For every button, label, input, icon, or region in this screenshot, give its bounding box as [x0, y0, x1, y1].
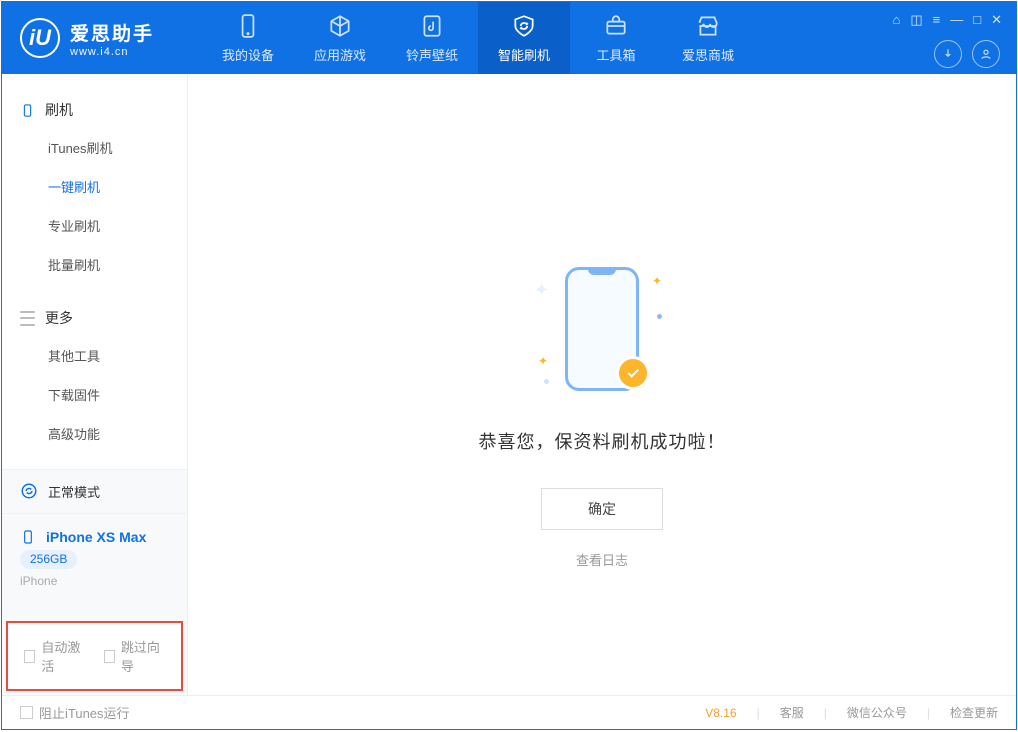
sidebar-group-label: 更多 [45, 308, 73, 328]
sidebar-item-other-tools[interactable]: 其他工具 [2, 336, 187, 375]
store-icon [695, 13, 721, 39]
sidebar-item-download-firmware[interactable]: 下载固件 [2, 375, 187, 414]
help-link[interactable]: 客服 [780, 704, 804, 721]
version-label: V8.16 [705, 706, 736, 720]
flash-options-row: 自动激活 跳过向导 [6, 621, 183, 691]
download-button[interactable] [934, 40, 962, 68]
check-icon [625, 365, 641, 381]
nav-label: 智能刷机 [498, 45, 550, 64]
sidebar: 刷机 iTunes刷机 一键刷机 专业刷机 批量刷机 更多 其他工具 下载固件 … [2, 74, 188, 695]
checkbox-box-icon [104, 650, 115, 663]
success-check-badge [616, 356, 650, 390]
sidebar-group-label: 刷机 [45, 100, 73, 120]
user-icon [979, 47, 993, 61]
account-button[interactable] [972, 40, 1000, 68]
app-title: 爱思助手 [70, 19, 154, 46]
minimize-button[interactable]: — [950, 12, 963, 28]
device-icon [235, 13, 261, 39]
dot-icon [657, 314, 662, 319]
sidebar-item-advanced[interactable]: 高级功能 [2, 414, 187, 453]
sync-icon [20, 482, 38, 500]
success-hero: ✦ ✦ ✦ ✦ 恭喜您，保资料刷机成功啦！ 确定 查看日志 [479, 254, 726, 569]
dot-icon [544, 379, 549, 384]
checkbox-label: 阻止iTunes运行 [39, 703, 130, 722]
sidebar-group-more: 更多 [2, 300, 187, 336]
sidebar-item-batch-flash[interactable]: 批量刷机 [2, 245, 187, 284]
phone-small-icon [20, 103, 35, 118]
logo-text: 爱思助手 www.i4.cn [70, 19, 154, 58]
nav-label: 爱思商城 [682, 45, 734, 64]
maximize-button[interactable]: □ [973, 12, 981, 28]
nav-label: 应用游戏 [314, 45, 366, 64]
device-mode-row[interactable]: 正常模式 [2, 469, 187, 513]
nav-my-device[interactable]: 我的设备 [202, 2, 294, 74]
checkbox-label: 自动激活 [41, 637, 85, 675]
top-nav: 我的设备 应用游戏 铃声壁纸 智能刷机 工具箱 爱思商城 [202, 2, 754, 74]
nav-ringtone[interactable]: 铃声壁纸 [386, 2, 478, 74]
toolbox-icon [603, 13, 629, 39]
app-subtitle: www.i4.cn [70, 46, 154, 58]
list-icon [20, 311, 35, 326]
view-log-link[interactable]: 查看日志 [576, 550, 628, 569]
titlebar: iU 爱思助手 www.i4.cn 我的设备 应用游戏 铃声壁纸 智能刷机 [2, 2, 1016, 74]
phone-outline-icon [20, 529, 36, 545]
phone-illustration: ✦ ✦ ✦ ✦ [502, 254, 702, 404]
shirt-icon[interactable]: ⌂ [892, 12, 900, 28]
sidebar-group-flash: 刷机 [2, 92, 187, 128]
menu-icon[interactable]: ≡ [933, 12, 941, 28]
logo-block: iU 爱思助手 www.i4.cn [2, 2, 202, 74]
nav-flash[interactable]: 智能刷机 [478, 2, 570, 74]
device-name-label: iPhone XS Max [46, 526, 146, 548]
nav-toolbox[interactable]: 工具箱 [570, 2, 662, 74]
cube-icon [327, 13, 353, 39]
main-content: ✦ ✦ ✦ ✦ 恭喜您，保资料刷机成功啦！ 确定 查看日志 [188, 74, 1016, 695]
download-icon [941, 47, 955, 61]
sidebar-item-itunes-flash[interactable]: iTunes刷机 [2, 128, 187, 167]
nav-apps[interactable]: 应用游戏 [294, 2, 386, 74]
close-button[interactable]: ✕ [991, 12, 1002, 28]
window-controls: ⌂ ◫ ≡ — □ ✕ [892, 2, 1016, 74]
checkbox-label: 跳过向导 [121, 637, 165, 675]
cube-small-icon[interactable]: ◫ [910, 12, 922, 28]
refresh-shield-icon [511, 13, 537, 39]
device-mode-label: 正常模式 [48, 482, 100, 501]
sparkle-icon: ✦ [534, 280, 549, 301]
device-info[interactable]: iPhone XS Max 256GB iPhone [2, 513, 187, 601]
nav-label: 铃声壁纸 [406, 45, 458, 64]
checkbox-skip-guide[interactable]: 跳过向导 [104, 637, 166, 675]
ok-button[interactable]: 确定 [541, 488, 663, 530]
sidebar-bottom: 正常模式 iPhone XS Max 256GB iPhone 自动激活 [2, 469, 187, 695]
checkbox-box-icon [20, 706, 33, 719]
body: 刷机 iTunes刷机 一键刷机 专业刷机 批量刷机 更多 其他工具 下载固件 … [2, 74, 1016, 695]
nav-label: 工具箱 [596, 45, 635, 64]
music-file-icon [419, 13, 445, 39]
sidebar-item-pro-flash[interactable]: 专业刷机 [2, 206, 187, 245]
sidebar-item-oneclick-flash[interactable]: 一键刷机 [2, 167, 187, 206]
checkbox-auto-activate[interactable]: 自动激活 [24, 637, 86, 675]
app-window: iU 爱思助手 www.i4.cn 我的设备 应用游戏 铃声壁纸 智能刷机 [1, 1, 1017, 730]
device-capacity-badge: 256GB [20, 550, 77, 569]
nav-label: 我的设备 [222, 45, 274, 64]
sparkle-icon: ✦ [652, 274, 662, 288]
checkbox-box-icon [24, 650, 35, 663]
sparkle-icon: ✦ [538, 354, 548, 368]
logo-icon: iU [20, 18, 60, 58]
checkbox-block-itunes[interactable]: 阻止iTunes运行 [20, 703, 130, 722]
device-type-label: iPhone [20, 572, 169, 591]
nav-store[interactable]: 爱思商城 [662, 2, 754, 74]
check-update-link[interactable]: 检查更新 [950, 704, 998, 721]
status-bar: 阻止iTunes运行 V8.16 | 客服 | 微信公众号 | 检查更新 [2, 695, 1016, 729]
wechat-link[interactable]: 微信公众号 [847, 704, 907, 721]
success-message: 恭喜您，保资料刷机成功啦！ [479, 428, 726, 454]
